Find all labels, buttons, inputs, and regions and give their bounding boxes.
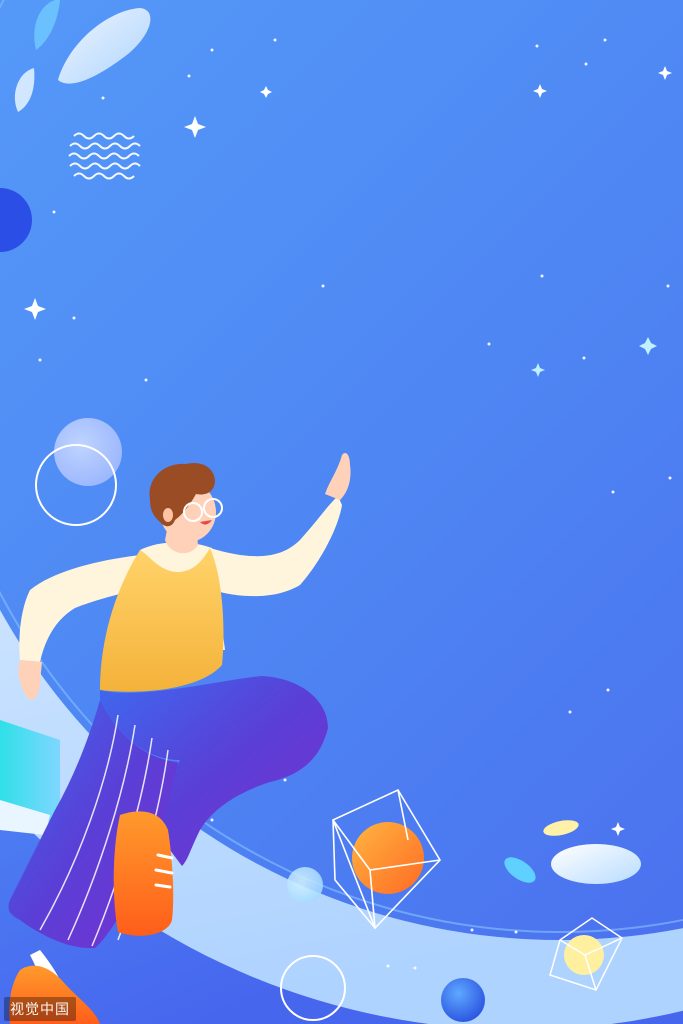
- bottom-blue-orb: [441, 978, 485, 1022]
- illustration-canvas: 视觉中国: [0, 0, 683, 1024]
- leaf-right-white: [551, 844, 641, 884]
- scene-illustration: [0, 0, 683, 1024]
- lavender-bubble: [54, 418, 122, 486]
- pale-bubble: [287, 867, 323, 903]
- orange-orb: [352, 822, 424, 894]
- back-shoe: [113, 811, 174, 936]
- watermark-label: 视觉中国: [4, 997, 76, 1021]
- ear: [163, 508, 173, 522]
